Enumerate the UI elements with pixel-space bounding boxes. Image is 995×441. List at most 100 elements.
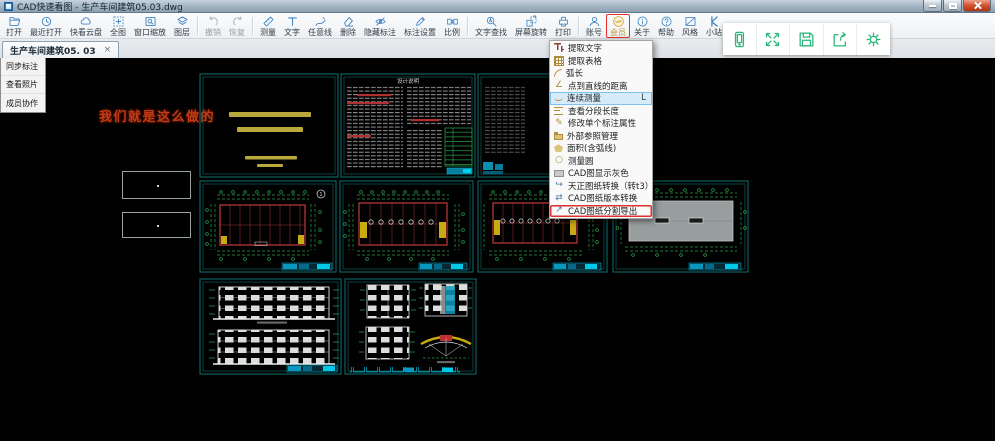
style-button[interactable]: 风格 bbox=[678, 14, 702, 38]
area-icon bbox=[554, 144, 563, 152]
cloud-drive-button[interactable]: 快看云盘 bbox=[66, 14, 106, 38]
account-button[interactable]: 账号 bbox=[582, 14, 606, 38]
menu-item-extract-table[interactable]: 提取表格 bbox=[550, 55, 652, 68]
menu-item-modify-annotation[interactable]: 修改单个标注属性 bbox=[550, 117, 652, 130]
canvas-empty-frame bbox=[122, 212, 191, 238]
menu-item-area[interactable]: 面积(含弧线) bbox=[550, 142, 652, 155]
clock-icon bbox=[40, 15, 53, 28]
recent-open-button[interactable]: 最近打开 bbox=[26, 14, 66, 38]
folder-open-icon bbox=[8, 15, 21, 28]
menu-item-continuous-measure[interactable]: 连续测量L bbox=[550, 92, 652, 105]
arc-length-icon bbox=[554, 69, 562, 77]
minimize-icon bbox=[929, 5, 936, 7]
menu-item-arc-length[interactable]: 弧长 bbox=[550, 67, 652, 80]
layers-icon bbox=[176, 15, 189, 28]
sheet-floor-plan-2 bbox=[340, 181, 473, 272]
cad-gray-icon bbox=[554, 170, 564, 177]
vip-member-button[interactable]: VIP 会员 bbox=[606, 14, 630, 38]
toolbar-separator bbox=[467, 17, 468, 35]
sheet-sections-detail bbox=[345, 279, 476, 374]
sheet-floor-plan-1: 1 bbox=[200, 181, 336, 272]
device-preview-button[interactable] bbox=[723, 23, 757, 55]
delete-button[interactable]: 删除 bbox=[336, 14, 360, 38]
close-button[interactable] bbox=[963, 0, 991, 12]
sheet-elevations bbox=[200, 279, 341, 374]
user-icon bbox=[588, 15, 601, 28]
measure-circle-icon bbox=[554, 156, 564, 166]
print-button[interactable]: 打印 bbox=[551, 14, 575, 38]
title-bar: CAD快速看图 - 生产车间建筑05.03.dwg bbox=[0, 0, 995, 13]
ruler-icon bbox=[262, 15, 275, 28]
save-icon bbox=[797, 30, 816, 49]
measure-button[interactable]: 测量 bbox=[256, 14, 280, 38]
eye-slash-icon bbox=[374, 15, 387, 28]
app-icon bbox=[4, 2, 13, 11]
toolbar-separator bbox=[578, 17, 579, 35]
full-extent-icon bbox=[112, 15, 125, 28]
menu-item-split-export[interactable]: CAD图纸分割导出 bbox=[550, 205, 652, 218]
help-button[interactable]: 帮助 bbox=[654, 14, 678, 38]
layers-button[interactable]: 图层 bbox=[170, 14, 194, 38]
window-zoom-button[interactable]: 窗口缩放 bbox=[130, 14, 170, 38]
xref-manage-icon bbox=[554, 134, 563, 140]
svg-text:VIP: VIP bbox=[615, 20, 622, 24]
screen-rotate-button[interactable]: 屏幕旋转 bbox=[511, 14, 551, 38]
menu-item-xref-manage[interactable]: 外部参照管理 bbox=[550, 130, 652, 143]
scale-button[interactable]: 比例 bbox=[440, 14, 464, 38]
redo-button[interactable]: 恢复 bbox=[225, 14, 249, 38]
sync-annotation-item[interactable]: 同步标注 bbox=[1, 58, 45, 76]
menu-item-measure-circle[interactable]: 测量圆 bbox=[550, 155, 652, 168]
share-export-button[interactable] bbox=[824, 23, 858, 55]
menu-item-version-convert[interactable]: CAD图纸版本转换 bbox=[550, 192, 652, 205]
continuous-measure-icon bbox=[554, 95, 563, 101]
menu-item-cad-gray-display[interactable]: CAD图显示灰色 bbox=[550, 167, 652, 180]
shortcut-label: L bbox=[641, 93, 649, 103]
vip-icon: VIP bbox=[612, 15, 625, 28]
canvas-empty-frame bbox=[122, 171, 191, 199]
maximize-button[interactable] bbox=[943, 0, 962, 12]
style-icon bbox=[684, 15, 697, 28]
full-extent-button[interactable]: 全图 bbox=[106, 14, 130, 38]
text-button[interactable]: 文字 bbox=[280, 14, 304, 38]
annotation-settings-button[interactable]: 标注设置 bbox=[400, 14, 440, 38]
search-text-icon bbox=[485, 15, 498, 28]
menu-item-tianzheng-convert[interactable]: 天正图纸转换（转t3） bbox=[550, 180, 652, 193]
text-find-button[interactable]: 文字查找 bbox=[471, 14, 511, 38]
document-tab[interactable]: 生产车间建筑05. 03 × bbox=[2, 41, 119, 58]
save-button[interactable] bbox=[790, 23, 824, 55]
free-line-button[interactable]: 任意线 bbox=[304, 14, 336, 38]
menu-item-segment-length[interactable]: 查看分段长度 bbox=[550, 105, 652, 118]
question-icon bbox=[660, 15, 673, 28]
cad-drawing: 设计说明 bbox=[197, 72, 753, 434]
gear-icon bbox=[864, 30, 883, 49]
k-logo-icon bbox=[708, 15, 721, 28]
sheet-design-notes: 设计说明 bbox=[341, 74, 475, 177]
info-icon bbox=[636, 15, 649, 28]
undo-icon bbox=[207, 15, 220, 28]
member-collab-item[interactable]: 成员协作 bbox=[1, 94, 45, 112]
open-button[interactable]: 打开 bbox=[2, 14, 26, 38]
fullscreen-expand-button[interactable] bbox=[757, 23, 791, 55]
text-icon bbox=[286, 15, 299, 28]
drawing-canvas[interactable]: 同步标注 查看照片 成员协作 我们就是这么做的 bbox=[0, 58, 995, 441]
hide-annotation-button[interactable]: 隐藏标注 bbox=[360, 14, 400, 38]
minimize-button[interactable] bbox=[923, 0, 942, 12]
device-icon bbox=[730, 30, 749, 49]
close-icon bbox=[973, 1, 982, 10]
undo-button[interactable]: 撤销 bbox=[201, 14, 225, 38]
menu-item-point-line-distance[interactable]: 点到直线的距离 bbox=[550, 80, 652, 93]
cloud-icon bbox=[80, 15, 93, 28]
share-icon bbox=[831, 30, 850, 49]
window-controls bbox=[923, 0, 991, 12]
rotate-icon bbox=[525, 15, 538, 28]
settings-button[interactable] bbox=[857, 23, 890, 55]
pencil-icon bbox=[314, 15, 327, 28]
toolbar-separator bbox=[252, 17, 253, 35]
view-photos-item[interactable]: 查看照片 bbox=[1, 76, 45, 94]
extract-text-icon bbox=[554, 43, 564, 53]
menu-item-extract-text[interactable]: 提取文字 bbox=[550, 42, 652, 55]
about-button[interactable]: 关于 bbox=[630, 14, 654, 38]
eraser-icon bbox=[342, 15, 355, 28]
tab-close-icon[interactable]: × bbox=[104, 45, 112, 55]
version-convert-icon bbox=[554, 193, 564, 203]
